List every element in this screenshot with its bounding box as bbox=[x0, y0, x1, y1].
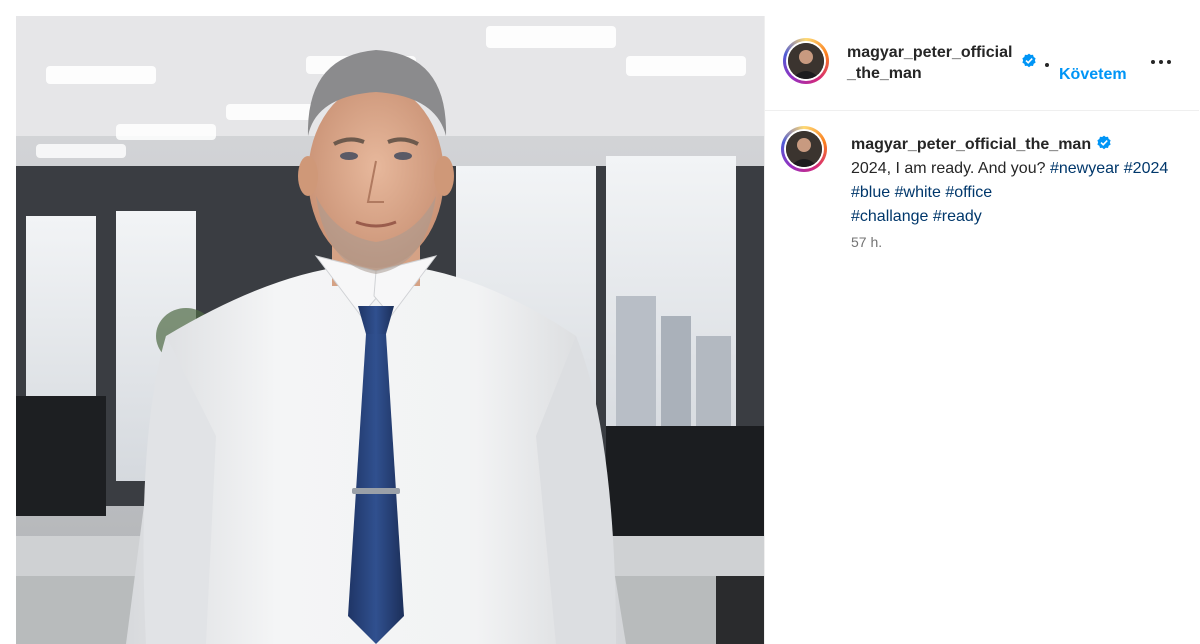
more-options-icon[interactable] bbox=[1149, 50, 1173, 74]
hashtag-link[interactable]: #blue bbox=[851, 184, 890, 201]
verified-badge-icon bbox=[1021, 53, 1037, 69]
separator-dot bbox=[1045, 63, 1049, 67]
caption-author-avatar[interactable] bbox=[781, 126, 827, 172]
author-avatar[interactable] bbox=[783, 38, 829, 84]
caption-body: 2024, I am ready. And you? bbox=[851, 160, 1046, 177]
hashtag-link[interactable]: #white bbox=[895, 184, 941, 201]
post-header: magyar_peter_official_the_man Követem bbox=[765, 16, 1199, 111]
office-portrait-photo bbox=[16, 16, 764, 644]
caption-text: magyar_peter_official_the_man 2024, I am… bbox=[851, 133, 1171, 229]
hashtag-link[interactable]: #office bbox=[945, 184, 992, 201]
hashtag-link[interactable]: #2024 bbox=[1124, 160, 1169, 177]
hashtag-link[interactable]: #challange bbox=[851, 208, 928, 225]
post-side-panel: magyar_peter_official_the_man Követem ma… bbox=[764, 16, 1200, 644]
follow-button[interactable]: Követem bbox=[1059, 66, 1127, 84]
hashtag-link[interactable]: #newyear bbox=[1050, 160, 1119, 177]
avatar-photo bbox=[788, 43, 824, 79]
verified-badge-icon bbox=[1096, 135, 1112, 151]
post-image[interactable] bbox=[16, 16, 764, 644]
caption-username[interactable]: magyar_peter_official_the_man bbox=[851, 136, 1091, 153]
instagram-post-view: magyar_peter_official_the_man Követem ma… bbox=[0, 0, 1200, 644]
author-username[interactable]: magyar_peter_official_the_man bbox=[847, 42, 1013, 84]
hashtag-link[interactable]: #ready bbox=[933, 208, 982, 225]
avatar-photo bbox=[786, 131, 822, 167]
post-timestamp[interactable]: 57 h. bbox=[851, 234, 882, 250]
